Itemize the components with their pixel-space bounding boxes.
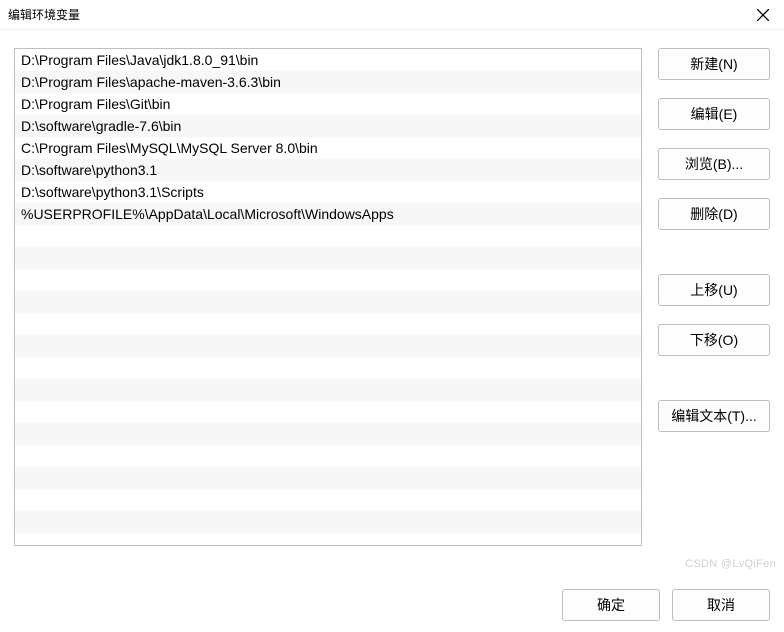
list-item[interactable] <box>15 511 641 533</box>
edit-text-button[interactable]: 编辑文本(T)... <box>658 400 770 432</box>
list-item[interactable] <box>15 401 641 423</box>
watermark-text: CSDN @LvQiFen <box>685 558 776 570</box>
path-listbox[interactable]: D:\Program Files\Java\jdk1.8.0_91\binD:\… <box>14 48 642 546</box>
list-item[interactable] <box>15 313 641 335</box>
close-icon <box>757 9 769 21</box>
list-item[interactable] <box>15 379 641 401</box>
list-item[interactable]: D:\software\python3.1 <box>15 159 641 181</box>
list-item[interactable]: D:\software\python3.1\Scripts <box>15 181 641 203</box>
list-item[interactable] <box>15 467 641 489</box>
list-item[interactable]: D:\software\gradle-7.6\bin <box>15 115 641 137</box>
list-item[interactable] <box>15 489 641 511</box>
list-item[interactable] <box>15 269 641 291</box>
list-item[interactable] <box>15 423 641 445</box>
delete-button[interactable]: 删除(D) <box>658 198 770 230</box>
list-item[interactable] <box>15 335 641 357</box>
list-item[interactable] <box>15 225 641 247</box>
dialog-footer: 确定 取消 <box>0 578 784 632</box>
window-title: 编辑环境变量 <box>8 6 80 23</box>
browse-button[interactable]: 浏览(B)... <box>658 148 770 180</box>
move-down-button[interactable]: 下移(O) <box>658 324 770 356</box>
list-item[interactable]: C:\Program Files\MySQL\MySQL Server 8.0\… <box>15 137 641 159</box>
list-item[interactable]: D:\Program Files\Java\jdk1.8.0_91\bin <box>15 49 641 71</box>
dialog-content: D:\Program Files\Java\jdk1.8.0_91\binD:\… <box>0 30 784 578</box>
ok-button[interactable]: 确定 <box>562 589 660 621</box>
list-item[interactable]: D:\Program Files\apache-maven-3.6.3\bin <box>15 71 641 93</box>
move-up-button[interactable]: 上移(U) <box>658 274 770 306</box>
titlebar: 编辑环境变量 <box>0 0 784 30</box>
list-item[interactable]: D:\Program Files\Git\bin <box>15 93 641 115</box>
list-item[interactable] <box>15 445 641 467</box>
cancel-button[interactable]: 取消 <box>672 589 770 621</box>
list-item[interactable] <box>15 247 641 269</box>
close-button[interactable] <box>750 2 776 28</box>
new-button[interactable]: 新建(N) <box>658 48 770 80</box>
list-item[interactable] <box>15 291 641 313</box>
list-item[interactable] <box>15 357 641 379</box>
button-sidebar: 新建(N) 编辑(E) 浏览(B)... 删除(D) 上移(U) 下移(O) 编… <box>658 48 770 578</box>
edit-button[interactable]: 编辑(E) <box>658 98 770 130</box>
list-item[interactable]: %USERPROFILE%\AppData\Local\Microsoft\Wi… <box>15 203 641 225</box>
